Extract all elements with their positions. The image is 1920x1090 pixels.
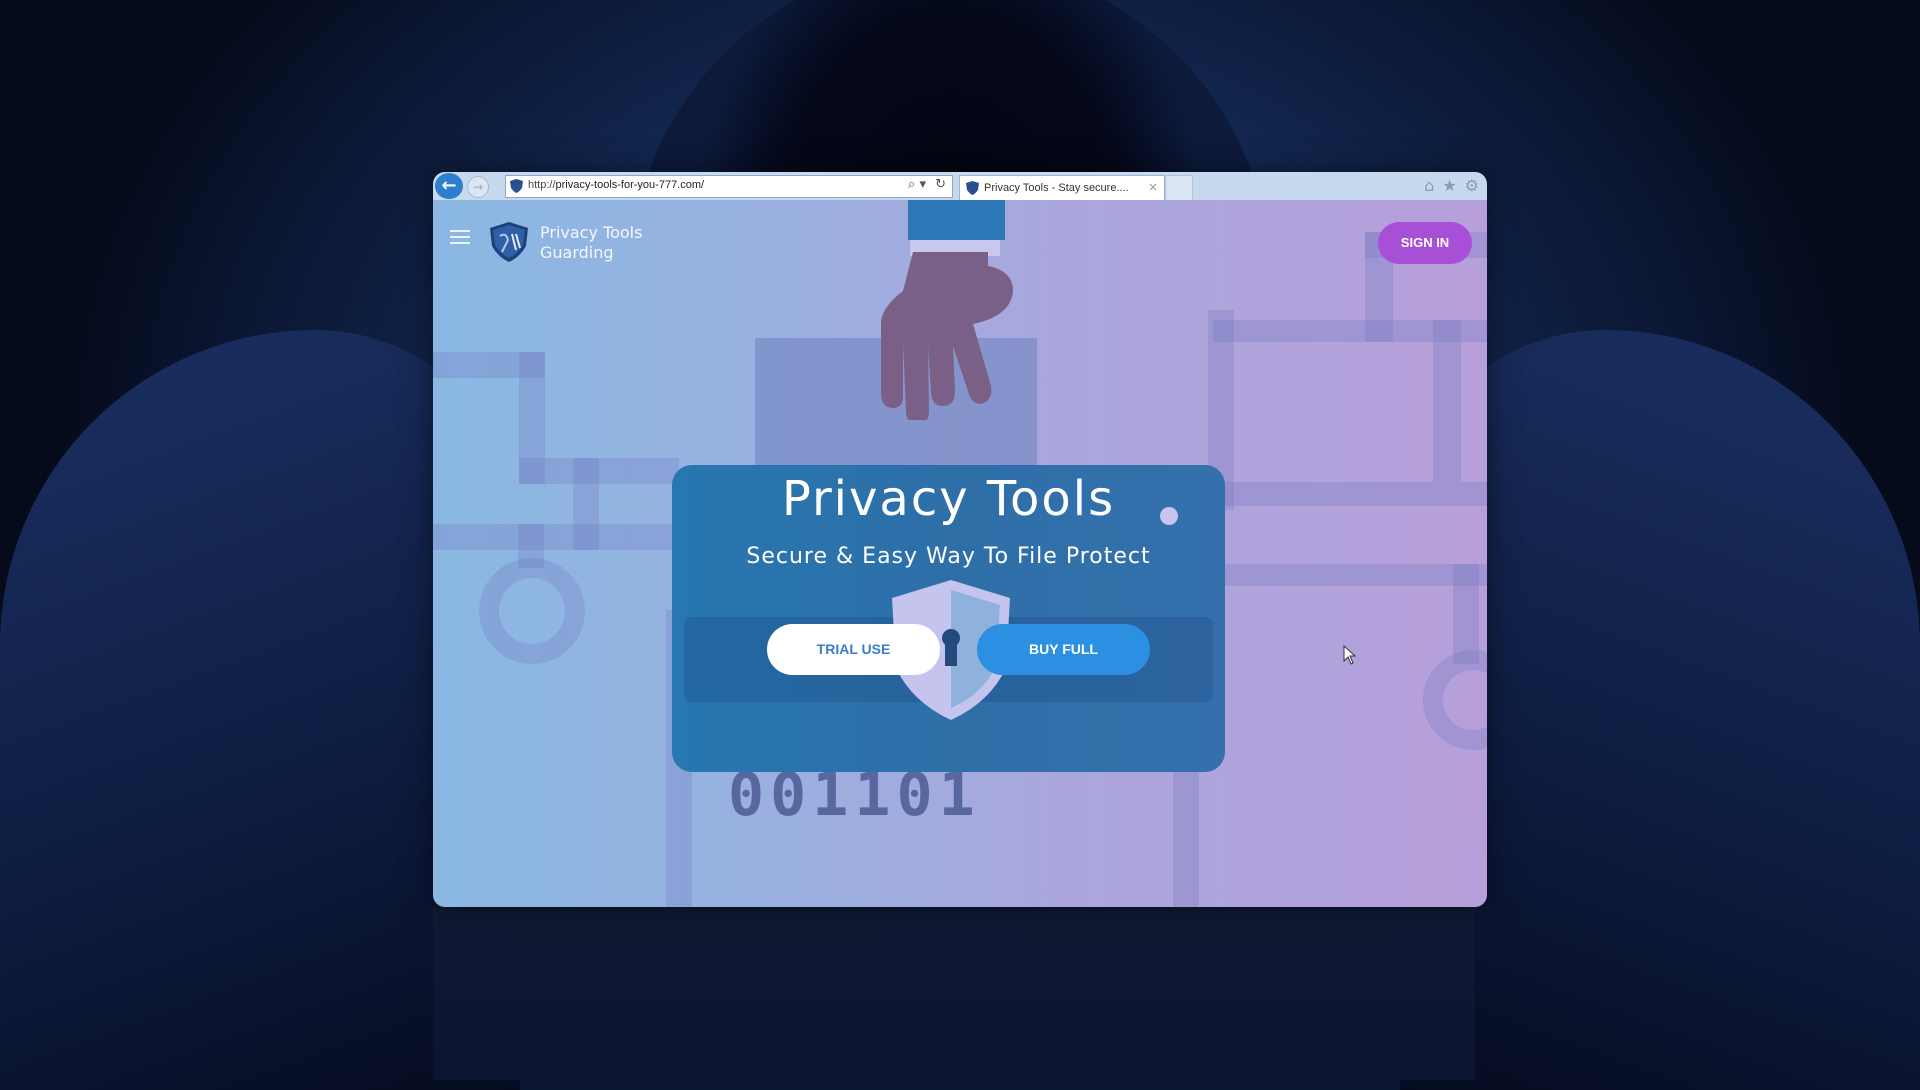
circuit-node (479, 558, 585, 664)
circuit-trace (1225, 482, 1487, 506)
home-icon[interactable]: ⌂ (1424, 176, 1434, 195)
hero-title: Privacy Tools (781, 471, 1116, 527)
mouse-cursor-icon (1343, 645, 1357, 665)
brand-line-1: Privacy Tools (540, 223, 643, 242)
hero-card: Privacy Tools Secure & Easy Way To File … (672, 465, 1225, 772)
sign-in-button[interactable]: SIGN IN (1378, 222, 1472, 264)
trial-use-button[interactable]: TRIAL USE (767, 624, 940, 675)
logo-shield-icon (490, 222, 528, 262)
back-arrow-icon: ← (441, 175, 457, 196)
address-bar[interactable]: http://privacy-tools-for-you-777.com/ ⌕ … (505, 175, 953, 198)
decorative-dot (1160, 507, 1178, 525)
browser-window: ← → http://privacy-tools-for-you-777.com… (433, 172, 1487, 907)
back-button[interactable]: ← (435, 173, 463, 199)
circuit-trace (433, 524, 679, 550)
tab-title: Privacy Tools - Stay secure.... (984, 182, 1129, 194)
site-header: Privacy Tools Guarding SIGN IN (433, 200, 1487, 270)
tab-close-icon[interactable]: × (1148, 180, 1158, 194)
gear-icon[interactable]: ⚙ (1465, 176, 1479, 195)
hamburger-menu-icon[interactable] (450, 230, 470, 244)
brand-line-2: Guarding (540, 243, 614, 262)
search-dropdown-icon[interactable]: ⌕ ▾ (908, 177, 926, 192)
new-tab-button[interactable] (1165, 175, 1193, 201)
site-shield-icon (510, 179, 523, 193)
circuit-trace (1433, 320, 1461, 482)
circuit-trace (1453, 564, 1479, 664)
circuit-trace (519, 458, 679, 484)
tab-shield-icon (966, 181, 979, 195)
url-domain: privacy-tools-for-you-777.com/ (555, 179, 705, 191)
star-icon[interactable]: ★ (1442, 176, 1456, 195)
hero-subtitle: Secure & Easy Way To File Protect (746, 544, 1151, 569)
forward-arrow-icon: → (472, 180, 484, 194)
buy-full-button[interactable]: BUY FULL (977, 624, 1150, 675)
forward-button[interactable]: → (467, 176, 489, 198)
tab-privacy-tools[interactable]: Privacy Tools - Stay secure.... × (959, 175, 1165, 201)
brand-name[interactable]: Privacy Tools Guarding (540, 223, 642, 263)
circuit-node (1423, 650, 1487, 750)
url-prefix: http:// (528, 179, 556, 191)
toolbar-icons: ⌂ ★ ⚙ (1424, 176, 1479, 195)
browser-toolbar: ← → http://privacy-tools-for-you-777.com… (433, 172, 1487, 201)
laptop-silhouette (433, 905, 1475, 1080)
refresh-icon[interactable]: ↻ (935, 177, 946, 192)
circuit-trace (1225, 564, 1487, 586)
url-text: http://privacy-tools-for-you-777.com/ (528, 179, 704, 191)
web-page: 101000 100101 001101 Privacy Tools Secur… (433, 200, 1487, 907)
